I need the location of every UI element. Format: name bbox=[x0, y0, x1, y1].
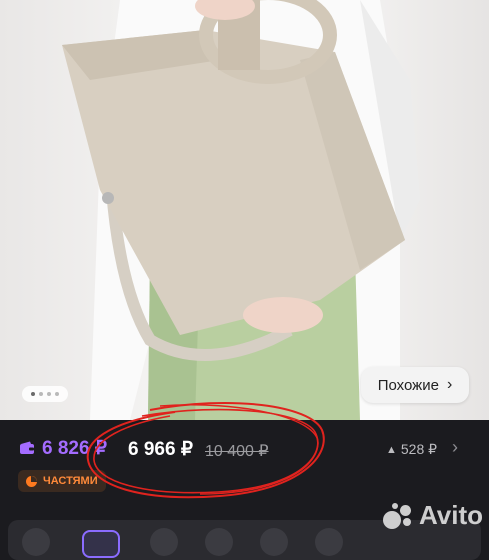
page-dot bbox=[47, 392, 51, 396]
chevron-right-icon[interactable]: › bbox=[452, 437, 458, 458]
product-photo[interactable]: Похожие › bbox=[0, 0, 489, 420]
avito-watermark: Avito bbox=[383, 500, 483, 531]
chevron-right-icon: › bbox=[446, 376, 453, 393]
price-change[interactable]: ▲ 528 ₽ bbox=[386, 441, 437, 458]
thumbnail[interactable] bbox=[205, 528, 233, 556]
similar-items-button[interactable]: Похожие › bbox=[361, 367, 469, 403]
similar-items-label: Похожие bbox=[377, 376, 439, 394]
wallet-icon bbox=[20, 441, 34, 454]
gallery-page-indicator bbox=[22, 386, 68, 402]
thumbnail-selected[interactable] bbox=[82, 530, 120, 558]
old-price: 10 400 ₽ bbox=[205, 443, 269, 460]
thumbnail[interactable] bbox=[260, 528, 288, 556]
thumbnail[interactable] bbox=[22, 528, 50, 556]
installments-icon bbox=[26, 475, 37, 487]
triangle-up-icon: ▲ bbox=[386, 443, 397, 456]
page-dot bbox=[39, 392, 43, 396]
installments-badge[interactable]: ЧАСТЯМИ bbox=[18, 470, 106, 492]
wallet-price[interactable]: 6 826 ₽ bbox=[42, 437, 107, 460]
avito-logo-icon bbox=[383, 502, 413, 529]
watermark-text: Avito bbox=[419, 500, 484, 530]
current-price: 6 966 ₽ bbox=[128, 439, 193, 460]
page-dot bbox=[55, 392, 59, 396]
bag-image bbox=[62, 0, 420, 420]
thumbnail[interactable] bbox=[150, 528, 178, 556]
thumbnail[interactable] bbox=[315, 528, 343, 556]
installments-label: ЧАСТЯМИ bbox=[43, 475, 98, 487]
price-bar bbox=[0, 420, 489, 512]
page-dot bbox=[31, 392, 35, 396]
price-change-value: 528 ₽ bbox=[400, 441, 438, 457]
